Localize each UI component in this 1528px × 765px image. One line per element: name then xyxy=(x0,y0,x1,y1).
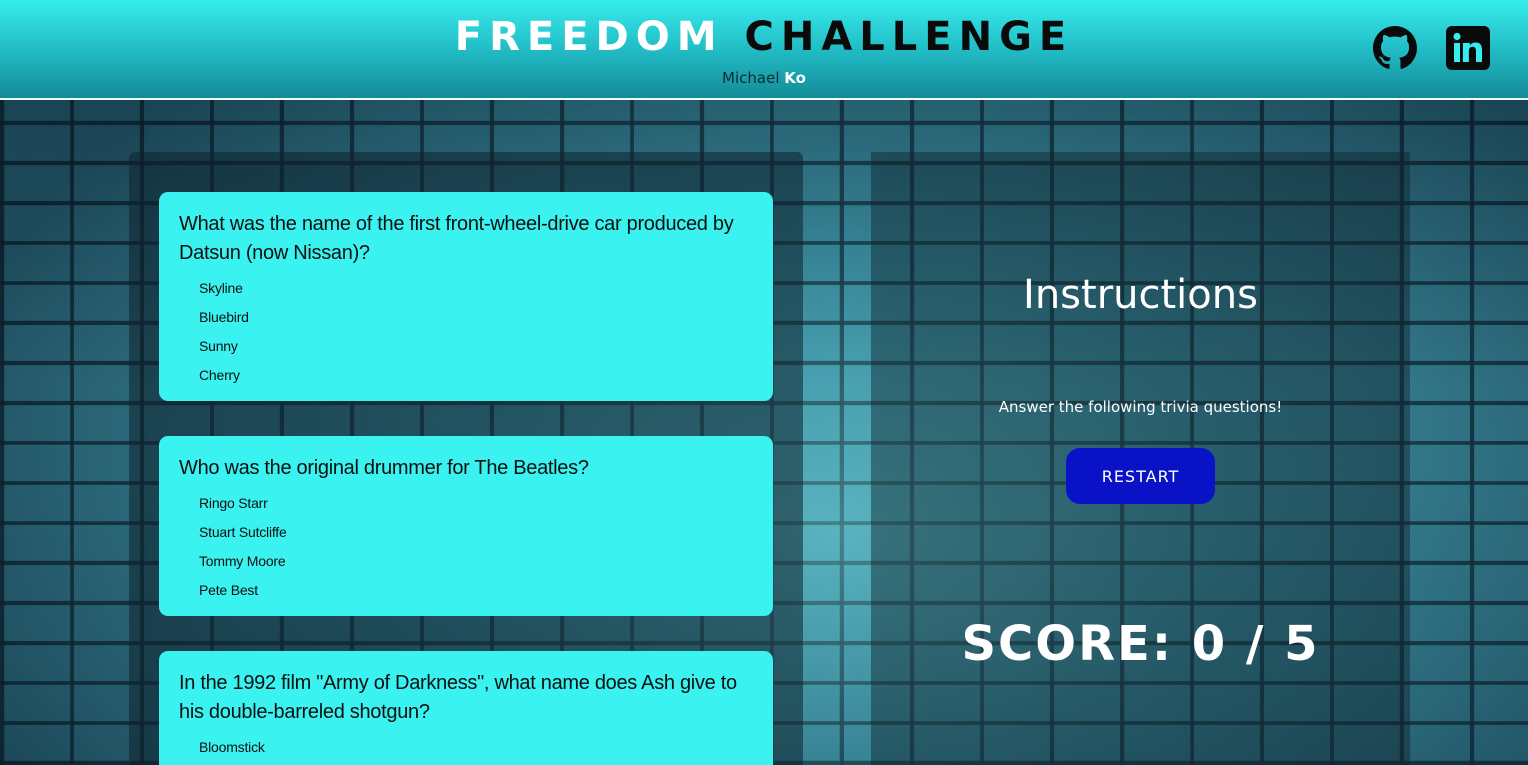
answer-list: Bloomstick xyxy=(179,733,753,762)
author-first-name: Michael xyxy=(722,69,780,87)
site-title-word-1: FREEDOM xyxy=(454,14,724,60)
site-header: FREEDOM CHALLENGE Michael Ko xyxy=(0,0,1528,100)
question-text: Who was the original drummer for The Bea… xyxy=(179,457,589,479)
answer-list: Ringo Starr Stuart Sutcliffe Tommy Moore… xyxy=(179,489,753,605)
author-byline: Michael Ko xyxy=(0,69,1528,87)
answer-option[interactable]: Pete Best xyxy=(179,576,753,605)
instructions-title: Instructions xyxy=(1023,272,1258,318)
question-text: In the 1992 film "Army of Darkness", wha… xyxy=(179,672,737,723)
linkedin-icon xyxy=(1446,26,1490,70)
score-display: SCORE: 0 / 5 xyxy=(961,616,1320,672)
answer-option[interactable]: Skyline xyxy=(179,274,753,303)
answer-option[interactable]: Ringo Starr xyxy=(179,489,753,518)
author-last-name: Ko xyxy=(784,69,806,87)
answer-option[interactable]: Bloomstick xyxy=(179,733,753,762)
answer-option[interactable]: Tommy Moore xyxy=(179,547,753,576)
answer-option[interactable]: Sunny xyxy=(179,332,753,361)
answer-option[interactable]: Cherry xyxy=(179,361,753,390)
github-icon xyxy=(1373,26,1417,69)
github-link[interactable] xyxy=(1373,26,1417,70)
answer-list: Skyline Bluebird Sunny Cherry xyxy=(179,274,753,390)
answer-option[interactable]: Stuart Sutcliffe xyxy=(179,518,753,547)
site-title: FREEDOM CHALLENGE xyxy=(0,14,1528,60)
answer-option[interactable]: Bluebird xyxy=(179,303,753,332)
question-text: What was the name of the first front-whe… xyxy=(179,213,734,264)
restart-button[interactable]: RESTART xyxy=(1066,448,1215,504)
question-card: Who was the original drummer for The Bea… xyxy=(159,436,773,616)
question-card: In the 1992 film "Army of Darkness", wha… xyxy=(159,651,773,765)
instructions-text: Answer the following trivia questions! xyxy=(998,398,1283,416)
question-card: What was the name of the first front-whe… xyxy=(159,192,773,401)
site-title-word-2: CHALLENGE xyxy=(744,14,1074,60)
linkedin-link[interactable] xyxy=(1446,26,1490,70)
